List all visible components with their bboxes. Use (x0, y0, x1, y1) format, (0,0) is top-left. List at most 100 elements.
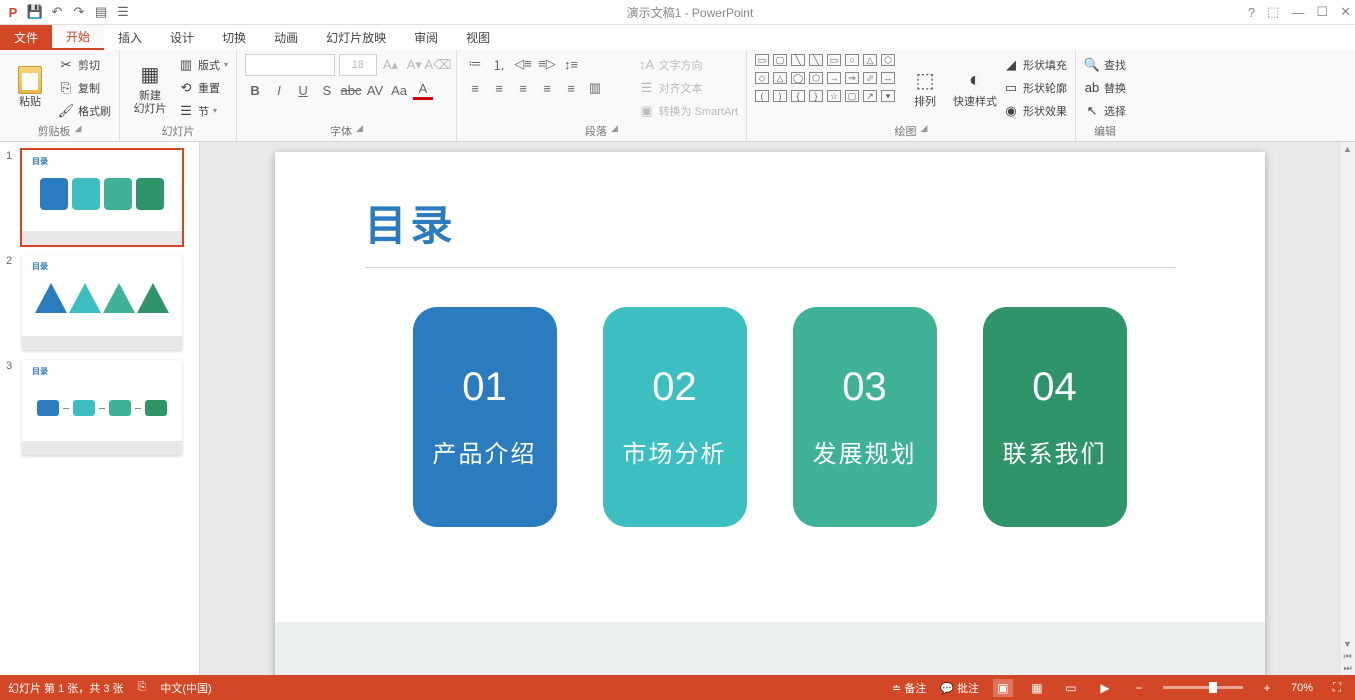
group-paragraph-label: 段落 (585, 123, 607, 139)
new-slide-button[interactable]: ▦ 新建 幻灯片 (128, 54, 172, 121)
align-text-button[interactable]: ☰对齐文本 (639, 78, 738, 98)
align-right-icon[interactable]: ≡ (513, 78, 533, 98)
redo-icon[interactable]: ↷ (70, 3, 88, 21)
notes-button[interactable]: ≐ 备注 (892, 680, 926, 696)
help-icon[interactable]: ? (1248, 5, 1255, 20)
fit-window-icon[interactable]: ⛶ (1327, 679, 1347, 697)
zoom-out-icon[interactable]: − (1129, 679, 1149, 697)
format-painter-button[interactable]: 🖌格式刷 (58, 101, 111, 121)
indent-dec-icon[interactable]: ◁≡ (513, 54, 533, 74)
line-spacing-icon[interactable]: ↕≡ (561, 54, 581, 74)
find-button[interactable]: 🔍查找 (1084, 55, 1126, 75)
bullets-icon[interactable]: ≔ (465, 54, 485, 74)
group-editing-label: 编辑 (1094, 123, 1116, 139)
thumbnail-3[interactable]: 3 目录 (6, 360, 193, 455)
copy-icon: ⎘ (58, 80, 74, 96)
smartart-button[interactable]: ▣转换为 SmartArt (639, 101, 738, 121)
strike-button[interactable]: abc (341, 80, 361, 100)
slide-canvas-area[interactable]: 目录 01产品介绍 02市场分析 03发展规划 04联系我们 (200, 142, 1339, 675)
indent-inc-icon[interactable]: ≡▷ (537, 54, 557, 74)
dialog-launcher-icon[interactable]: ◢ (611, 123, 618, 139)
tab-view[interactable]: 视图 (452, 25, 504, 50)
justify-icon[interactable]: ≡ (537, 78, 557, 98)
font-color-button[interactable]: A (413, 80, 433, 100)
language-indicator[interactable]: 中文(中国) (160, 680, 211, 696)
tab-transitions[interactable]: 切换 (208, 25, 260, 50)
case-button[interactable]: Aa (389, 80, 409, 100)
tab-slideshow[interactable]: 幻灯片放映 (312, 25, 400, 50)
slide-thumbnails-panel[interactable]: 1 目录 2 目录 3 目录 (0, 142, 200, 675)
tab-review[interactable]: 审阅 (400, 25, 452, 50)
text-direction-button[interactable]: ↕A文字方向 (639, 55, 738, 75)
increase-font-icon[interactable]: A▴ (381, 55, 401, 75)
tab-design[interactable]: 设计 (156, 25, 208, 50)
tab-home[interactable]: 开始 (52, 25, 104, 50)
distribute-icon[interactable]: ≡ (561, 78, 581, 98)
shapes-gallery[interactable]: ▭▢╲╲▭○△⬡ ◇△◯⬠→⇒⬀↔ (){}☆▢↗▾ (755, 54, 897, 121)
zoom-level[interactable]: 70% (1291, 682, 1313, 694)
font-size-input[interactable]: 18 (339, 54, 377, 76)
clear-format-icon[interactable]: A⌫ (428, 55, 448, 75)
scroll-up-icon[interactable]: ▲ (1340, 142, 1355, 156)
shape-outline-button[interactable]: ▭形状轮廓 (1003, 78, 1067, 98)
maximize-icon[interactable]: ☐ (1316, 4, 1328, 20)
slide-indicator[interactable]: 幻灯片 第 1 张，共 3 张 (8, 680, 124, 696)
reading-view-icon[interactable]: ▭ (1061, 679, 1081, 697)
bold-button[interactable]: B (245, 80, 265, 100)
sorter-view-icon[interactable]: ▦ (1027, 679, 1047, 697)
align-left-icon[interactable]: ≡ (465, 78, 485, 98)
minimize-icon[interactable]: — (1291, 5, 1304, 20)
group-slides-label: 幻灯片 (162, 123, 195, 139)
undo-icon[interactable]: ↶ (48, 3, 66, 21)
dialog-launcher-icon[interactable]: ◢ (356, 123, 363, 139)
reset-label: 重置 (198, 80, 220, 96)
comments-button[interactable]: 💬 批注 (940, 680, 979, 696)
close-icon[interactable]: ✕ (1340, 4, 1351, 20)
save-icon[interactable]: 💾 (26, 3, 44, 21)
toc-card[interactable]: 02市场分析 (603, 307, 747, 527)
toc-card[interactable]: 04联系我们 (983, 307, 1127, 527)
ribbon-options-icon[interactable]: ⬚ (1267, 4, 1279, 20)
slide-title[interactable]: 目录 (365, 192, 457, 253)
shape-fill-button[interactable]: ◢形状填充 (1003, 55, 1067, 75)
slide[interactable]: 目录 01产品介绍 02市场分析 03发展规划 04联系我们 (275, 152, 1265, 675)
align-center-icon[interactable]: ≡ (489, 78, 509, 98)
toc-card[interactable]: 03发展规划 (793, 307, 937, 527)
select-button[interactable]: ↖选择 (1084, 101, 1126, 121)
zoom-in-icon[interactable]: + (1257, 679, 1277, 697)
paste-button[interactable]: 粘贴 (8, 54, 52, 121)
decrease-font-icon[interactable]: A▾ (404, 55, 424, 75)
thumbnail-1[interactable]: 1 目录 (6, 150, 193, 245)
dialog-launcher-icon[interactable]: ◢ (921, 123, 928, 139)
thumbnail-2[interactable]: 2 目录 (6, 255, 193, 350)
slideshow-icon[interactable]: ▤ (92, 3, 110, 21)
spacing-button[interactable]: AV (365, 80, 385, 100)
quick-styles-button[interactable]: ◐快速样式 (953, 54, 997, 121)
touch-icon[interactable]: ☰ (114, 3, 132, 21)
dialog-launcher-icon[interactable]: ◢ (75, 123, 82, 139)
replace-button[interactable]: ab替换 (1084, 78, 1126, 98)
numbering-icon[interactable]: ⒈ (489, 54, 509, 74)
shadow-button[interactable]: S (317, 80, 337, 100)
zoom-slider[interactable] (1163, 686, 1243, 689)
cut-button[interactable]: ✂剪切 (58, 55, 111, 75)
underline-button[interactable]: U (293, 80, 313, 100)
tab-animations[interactable]: 动画 (260, 25, 312, 50)
spellcheck-icon[interactable]: ⎘ (138, 681, 147, 694)
slideshow-view-icon[interactable]: ▶ (1095, 679, 1115, 697)
tab-file[interactable]: 文件 (0, 25, 52, 50)
reset-button[interactable]: ⟲重置 (178, 78, 228, 98)
columns-icon[interactable]: ▥ (585, 78, 605, 98)
copy-button[interactable]: ⎘复制 (58, 78, 111, 98)
shape-effects-button[interactable]: ◉形状效果 (1003, 101, 1067, 121)
layout-button[interactable]: ▥版式▾ (178, 55, 228, 75)
arrange-button[interactable]: ⬚排列 (903, 54, 947, 121)
tab-insert[interactable]: 插入 (104, 25, 156, 50)
toc-card[interactable]: 01产品介绍 (413, 307, 557, 527)
vertical-scrollbar[interactable]: ▲ ▼ ⏮ ⏭ (1339, 142, 1355, 675)
next-slide-icon[interactable]: ⏭ (1340, 661, 1355, 675)
normal-view-icon[interactable]: ▣ (993, 679, 1013, 697)
font-family-input[interactable] (245, 54, 335, 76)
italic-button[interactable]: I (269, 80, 289, 100)
section-button[interactable]: ☰节▾ (178, 101, 228, 121)
